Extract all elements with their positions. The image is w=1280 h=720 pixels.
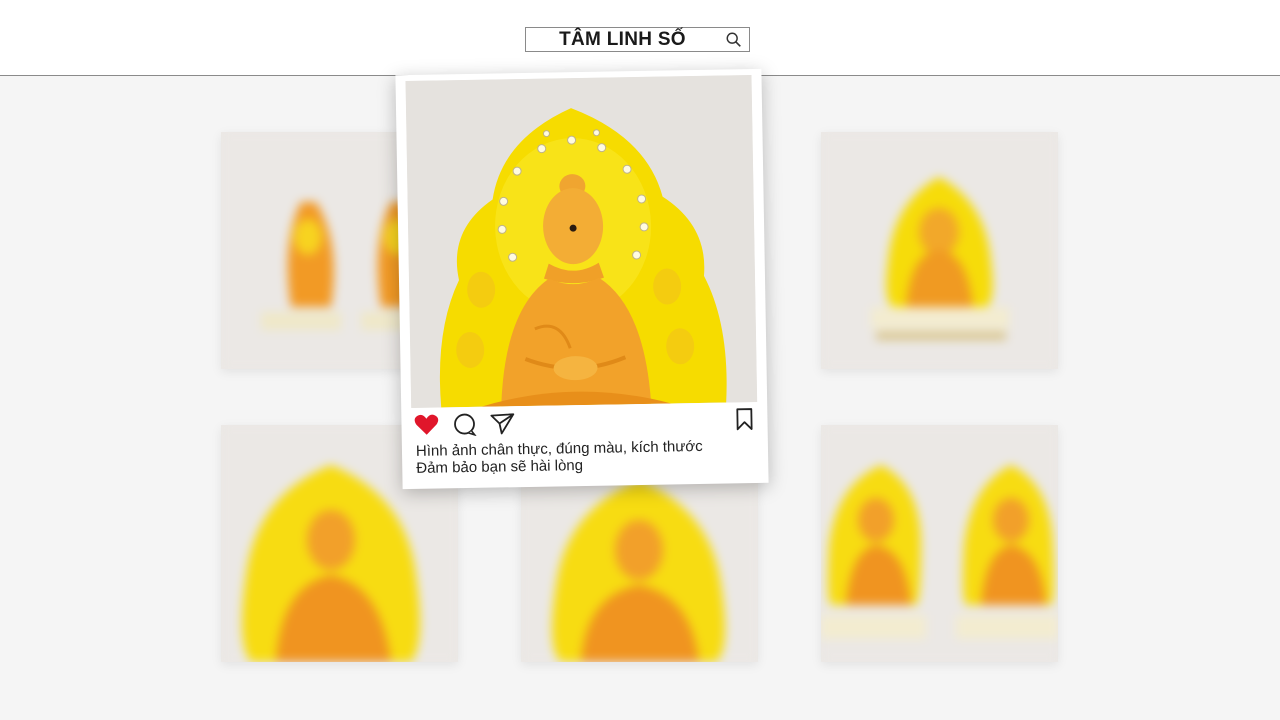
gallery-tile-bottom-right[interactable] — [821, 425, 1058, 662]
comment-icon[interactable] — [451, 412, 477, 437]
search-icon[interactable] — [725, 31, 743, 49]
share-icon[interactable] — [489, 411, 515, 435]
search-box[interactable]: TÂM LINH SỐ — [525, 27, 750, 52]
header-bar: TÂM LINH SỐ — [0, 0, 1280, 76]
buddha-statue-image — [405, 75, 758, 409]
post-actions — [413, 405, 755, 439]
post-photo — [405, 75, 758, 409]
search-text: TÂM LINH SỐ — [559, 28, 686, 50]
bookmark-icon[interactable] — [731, 407, 757, 431]
post-caption: Hình ảnh chân thực, đúng màu, kích thước… — [416, 437, 757, 477]
heart-icon[interactable] — [413, 413, 439, 437]
gallery-tile-top-right[interactable] — [821, 132, 1058, 369]
featured-post-card[interactable]: Hình ảnh chân thực, đúng màu, kích thước… — [395, 68, 769, 490]
